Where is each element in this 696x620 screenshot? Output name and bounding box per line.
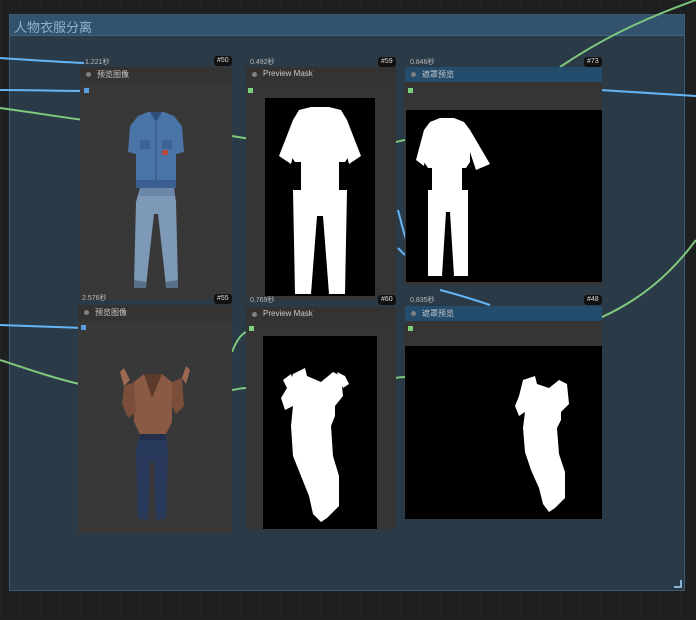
node-59-input-socket[interactable] bbox=[248, 88, 253, 93]
mask-silhouette bbox=[416, 118, 490, 276]
wire-right-green bbox=[599, 239, 696, 319]
node-59-title: Preview Mask bbox=[263, 69, 313, 78]
wire-mask-in-1 bbox=[0, 107, 85, 121]
wire-mask-in-2 bbox=[0, 359, 85, 386]
node-50-input-socket[interactable] bbox=[84, 88, 89, 93]
node-60-id-badge: #60 bbox=[378, 295, 396, 305]
wire-right-blue bbox=[599, 89, 696, 97]
node-60-mask-preview bbox=[263, 336, 377, 529]
collapse-dot-icon[interactable] bbox=[86, 72, 91, 77]
node-55-preview bbox=[78, 322, 232, 533]
collapse-dot-icon[interactable] bbox=[411, 72, 416, 77]
node-60-input-socket[interactable] bbox=[249, 326, 254, 331]
node-55-input-socket[interactable] bbox=[81, 325, 86, 330]
node-59[interactable]: Preview Mask bbox=[246, 67, 396, 299]
mask-silhouette bbox=[281, 368, 349, 522]
wire-image-in-top bbox=[0, 57, 85, 64]
node-50-id-badge: #50 bbox=[214, 56, 232, 66]
node-73-mask-preview bbox=[406, 110, 602, 282]
wire-image-in-2 bbox=[0, 324, 85, 329]
wire-image-in-1 bbox=[0, 89, 85, 92]
denim-outfit-image bbox=[128, 112, 184, 288]
node-73-title: 遮罩预览 bbox=[422, 70, 454, 79]
mask-silhouette bbox=[279, 107, 361, 294]
node-50-title: 预览图像 bbox=[97, 70, 129, 79]
node-55-timing: 2.576秒 bbox=[82, 295, 107, 302]
node-60-timing: 0.769秒 bbox=[250, 297, 275, 304]
node-55-header[interactable]: 预览图像 bbox=[78, 305, 232, 320]
node-59-timing: 0.492秒 bbox=[250, 59, 275, 66]
collapse-dot-icon[interactable] bbox=[411, 311, 416, 316]
node-55[interactable]: 预览图像 bbox=[78, 305, 232, 533]
mask-silhouette bbox=[515, 376, 569, 512]
node-59-header[interactable]: Preview Mask bbox=[246, 67, 396, 82]
node-73-input-socket[interactable] bbox=[408, 88, 413, 93]
node-60[interactable]: Preview Mask bbox=[246, 307, 396, 529]
wire-cross-3 bbox=[439, 289, 491, 306]
node-60-header[interactable]: Preview Mask bbox=[246, 307, 396, 322]
node-73-header[interactable]: 遮罩预览 bbox=[405, 67, 602, 82]
node-48-header[interactable]: 遮罩预览 bbox=[405, 306, 602, 321]
node-48-input-socket[interactable] bbox=[408, 326, 413, 331]
node-48-title: 遮罩预览 bbox=[422, 309, 454, 318]
wire-mask-60 bbox=[231, 331, 247, 353]
node-60-title: Preview Mask bbox=[263, 309, 313, 318]
collapse-dot-icon[interactable] bbox=[252, 72, 257, 77]
node-48-mask-preview bbox=[405, 346, 602, 519]
node-50-header[interactable]: 预览图像 bbox=[80, 67, 232, 82]
node-59-id-badge: #59 bbox=[378, 57, 396, 67]
wire-top-green bbox=[559, 0, 696, 68]
node-50[interactable]: 预览图像 bbox=[80, 67, 232, 299]
collapse-dot-icon[interactable] bbox=[252, 312, 257, 317]
node-55-id-badge: #55 bbox=[214, 294, 232, 304]
node-55-title: 预览图像 bbox=[95, 308, 127, 317]
node-73-timing: 0.846秒 bbox=[410, 59, 435, 66]
node-50-preview bbox=[80, 84, 232, 299]
collapse-dot-icon[interactable] bbox=[84, 310, 89, 315]
wire-mask-60b bbox=[231, 387, 247, 391]
node-48-id-badge: #48 bbox=[584, 295, 602, 305]
node-73-id-badge: #73 bbox=[584, 57, 602, 67]
node-73[interactable]: 遮罩预览 bbox=[405, 67, 602, 285]
node-50-timing: 1.221秒 bbox=[85, 59, 110, 66]
node-48-timing: 0.835秒 bbox=[410, 297, 435, 304]
node-48[interactable]: 遮罩预览 bbox=[405, 306, 602, 519]
node-59-mask-preview bbox=[265, 98, 375, 296]
blazer-outfit-image bbox=[120, 366, 190, 520]
